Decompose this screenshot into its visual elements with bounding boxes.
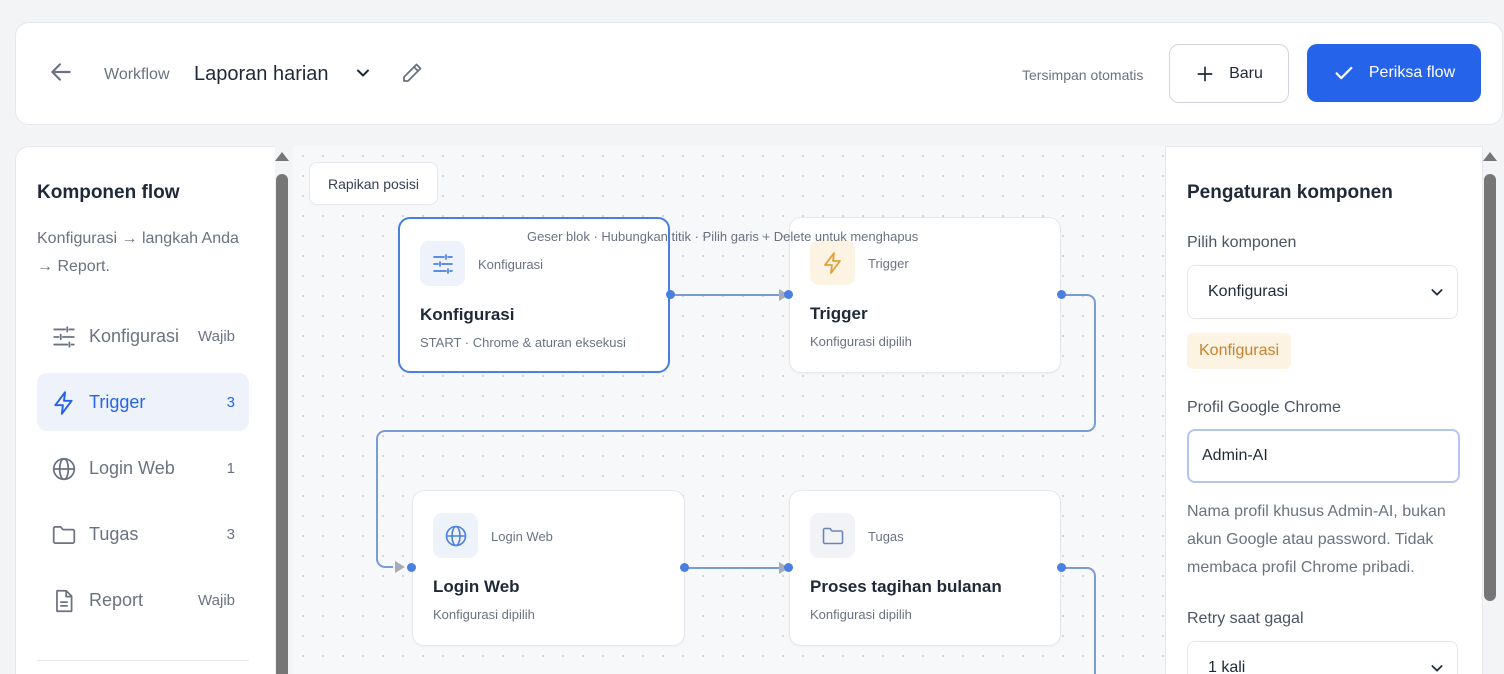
sidebar-item-login-web[interactable]: Login Web 1 xyxy=(37,439,249,497)
plus-icon xyxy=(1197,66,1213,81)
sidebar-item-badge: 3 xyxy=(226,526,235,543)
sidebar-description: Konfigurasi → langkah Anda → Report. xyxy=(37,230,239,275)
component-select-label: Pilih komponen xyxy=(1187,234,1297,251)
sidebar-item-label: Trigger xyxy=(89,392,146,412)
lightning-icon xyxy=(823,251,841,274)
globe-icon xyxy=(52,457,76,481)
tidy-layout-button[interactable]: Rapikan posisi xyxy=(309,162,438,205)
sidebar-item-badge: Wajib xyxy=(198,328,235,345)
retry-select-value: 1 kali xyxy=(1208,659,1246,674)
node-output-port[interactable] xyxy=(1057,290,1066,299)
node-icon-box xyxy=(810,240,855,285)
node-type-label: Trigger xyxy=(868,256,909,271)
chrome-profile-input[interactable] xyxy=(1187,429,1460,483)
component-sidebar: Komponen flow Konfigurasi → langkah Anda… xyxy=(15,146,293,674)
sidebar-item-label: Konfigurasi xyxy=(89,326,180,346)
node-icon-box xyxy=(420,241,465,286)
node-input-port[interactable] xyxy=(784,563,793,572)
sidebar-item-trigger[interactable]: Trigger 3 xyxy=(37,373,249,431)
pencil-icon[interactable] xyxy=(400,61,424,85)
sidebar-title: Komponen flow xyxy=(37,182,180,203)
scrollbar-thumb[interactable] xyxy=(1484,174,1496,601)
sidebar-item-badge: Wajib xyxy=(198,592,235,609)
settings-title: Pengaturan komponen xyxy=(1187,182,1393,203)
folder-icon xyxy=(52,526,76,544)
sidebar-scrollbar[interactable] xyxy=(275,146,293,674)
node-subtitle: START · Chrome & aturan eksekusi xyxy=(420,335,626,350)
canvas-hint: Geser blok · Hubungkan titik · Pilih gar… xyxy=(527,229,919,244)
node-tugas[interactable]: Tugas Proses tagihan bulanan Konfigurasi… xyxy=(789,490,1061,646)
node-subtitle: Konfigurasi dipilih xyxy=(810,607,912,622)
node-title: Trigger xyxy=(810,304,868,323)
node-output-port[interactable] xyxy=(666,290,675,299)
sidebar-item-tugas[interactable]: Tugas 3 xyxy=(37,505,249,563)
document-icon xyxy=(56,589,73,613)
chevron-down-icon xyxy=(1431,665,1443,672)
sidebar-item-label: Login Web xyxy=(89,458,175,478)
sidebar-item-badge: 1 xyxy=(226,460,235,477)
connection-tugas-next xyxy=(1061,567,1096,674)
node-title: Login Web xyxy=(433,577,520,596)
scroll-up-arrow-icon[interactable] xyxy=(275,152,289,161)
profile-label: Profil Google Chrome xyxy=(1187,399,1341,416)
node-icon-box xyxy=(433,513,478,558)
flow-canvas[interactable]: Rapikan posisi Geser blok · Hubungkan ti… xyxy=(293,146,1165,674)
folder-icon xyxy=(822,527,843,544)
workflow-title: Laporan harian xyxy=(194,63,329,85)
back-arrow-icon[interactable] xyxy=(48,59,74,85)
node-type-label: Login Web xyxy=(491,529,553,544)
component-select[interactable]: Konfigurasi xyxy=(1187,265,1458,319)
sidebar-item-konfigurasi[interactable]: Konfigurasi Wajib xyxy=(37,307,249,365)
node-input-port[interactable] xyxy=(407,563,416,572)
sidebar-divider xyxy=(37,660,249,661)
lightning-icon xyxy=(54,391,73,415)
settings-panel: Pengaturan komponen Pilih komponen Konfi… xyxy=(1165,146,1483,674)
check-flow-button[interactable]: Periksa flow xyxy=(1307,44,1481,102)
scrollbar-thumb[interactable] xyxy=(276,174,288,674)
component-select-value: Konfigurasi xyxy=(1208,283,1289,300)
profile-help-text: Nama profil khusus Admin-AI, bukan akun … xyxy=(1187,503,1446,576)
retry-select[interactable]: 1 kali xyxy=(1187,641,1458,674)
sidebar-item-label: Tugas xyxy=(89,524,139,544)
sliders-icon xyxy=(53,326,75,348)
component-type-badge: Konfigurasi xyxy=(1187,333,1292,369)
node-type-label: Konfigurasi xyxy=(478,257,544,272)
arrow-head xyxy=(395,561,405,573)
sidebar-item-badge: 3 xyxy=(226,394,235,411)
retry-label: Retry saat gagal xyxy=(1187,610,1304,627)
checkmark-icon xyxy=(1335,66,1353,80)
node-title: Konfigurasi xyxy=(420,305,515,324)
chevron-down-icon[interactable] xyxy=(353,63,373,83)
header-bar: Workflow Laporan harian Tersimpan otomat… xyxy=(15,22,1503,125)
new-button[interactable]: Baru xyxy=(1169,44,1289,103)
node-output-port[interactable] xyxy=(680,563,689,572)
node-output-port[interactable] xyxy=(1057,563,1066,572)
sidebar-item-label: Report xyxy=(89,590,144,610)
autosave-status: Tersimpan otomatis xyxy=(1022,67,1144,83)
node-subtitle: Konfigurasi dipilih xyxy=(433,607,535,622)
globe-icon xyxy=(445,525,466,546)
node-type-label: Tugas xyxy=(868,529,904,544)
node-title: Proses tagihan bulanan xyxy=(810,577,1002,596)
scroll-up-arrow-icon[interactable] xyxy=(1483,152,1497,161)
node-input-port[interactable] xyxy=(784,290,793,299)
chevron-down-icon xyxy=(1431,289,1443,296)
sidebar-item-report[interactable]: Report Wajib xyxy=(37,571,249,629)
node-subtitle: Konfigurasi dipilih xyxy=(810,334,912,349)
node-login-web[interactable]: Login Web Login Web Konfigurasi dipilih xyxy=(412,490,685,646)
settings-scrollbar[interactable] xyxy=(1483,146,1504,674)
check-flow-label: Periksa flow xyxy=(1368,64,1456,81)
sliders-icon xyxy=(432,253,453,274)
new-button-label: Baru xyxy=(1229,64,1263,82)
breadcrumb[interactable]: Workflow xyxy=(104,66,170,84)
node-icon-box xyxy=(810,513,855,558)
